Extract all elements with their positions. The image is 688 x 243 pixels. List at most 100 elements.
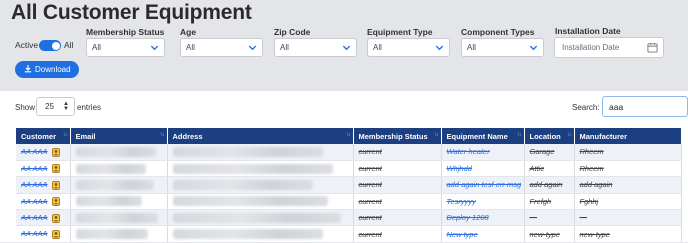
address-cell [167, 160, 354, 178]
member-badge-icon [51, 197, 60, 207]
address-cell [167, 144, 354, 161]
column-header-address[interactable]: Address ↑↓ [167, 128, 354, 144]
sort-icon: ↑↓ [433, 132, 439, 138]
customer-link[interactable]: AA AAA [21, 164, 48, 173]
customer-link[interactable]: AA AAA [21, 180, 48, 189]
all-label: All [64, 40, 74, 50]
active-all-toggle[interactable] [39, 40, 61, 51]
manufacturer-cell: add again [574, 176, 682, 194]
column-header-email[interactable]: Email ↑↓ [70, 128, 168, 144]
chevron-down-icon [342, 45, 351, 51]
email-cell [70, 144, 168, 161]
redacted-address [172, 146, 323, 157]
manufacturer-cell: Rheem [574, 144, 682, 161]
membership-status-cell: current [353, 176, 442, 194]
equipment-link[interactable]: Whjhdd [447, 164, 472, 173]
email-cell [70, 193, 168, 211]
membership-status-select[interactable]: All [86, 38, 165, 57]
age-select[interactable]: All [180, 38, 263, 57]
customer-cell: AA AAA [16, 225, 71, 243]
redacted-email [75, 196, 142, 207]
redacted-email [75, 212, 158, 223]
entries-per-page-select[interactable]: 25 ▲ ▼ [36, 97, 75, 116]
equipment-link[interactable]: Deploy 1208 [447, 213, 489, 222]
email-cell [70, 225, 168, 243]
customer-cell: AA AAA [16, 176, 71, 194]
equipment-link[interactable]: Water heater [447, 147, 490, 156]
customer-link[interactable]: AA AAA [21, 229, 48, 238]
sort-icon: ↑↓ [62, 132, 68, 138]
calendar-icon[interactable] [647, 42, 658, 53]
redacted-email [75, 163, 146, 174]
member-badge-icon [51, 213, 60, 223]
installation-date-input[interactable]: Installation Date [554, 37, 664, 58]
customer-cell: AA AAA [16, 144, 71, 161]
sort-icon: ↑↓ [516, 132, 522, 138]
chevron-down-icon [248, 45, 257, 51]
age-label: Age [180, 27, 197, 37]
equipment-link[interactable]: add again tesf err msg [447, 180, 522, 189]
customer-cell: AA AAA [16, 209, 71, 227]
search-label: Search: [572, 103, 600, 112]
manufacturer-cell: Rheem [574, 160, 682, 178]
membership-status-label: Membership Status [86, 27, 165, 37]
table-row: AA AAA current New type new-type new-type [16, 225, 682, 243]
zip-code-value: All [280, 43, 289, 52]
member-badge-icon [51, 180, 60, 190]
equipment-name-cell: add again tesf err msg [441, 176, 525, 194]
membership-status-cell: current [353, 144, 442, 161]
installation-date-placeholder: Installation Date [562, 43, 620, 52]
membership-status-cell: current [353, 160, 442, 178]
chevron-down-icon [529, 45, 538, 51]
redacted-address [172, 212, 341, 223]
installation-date-label: Installation Date [555, 26, 621, 36]
active-label: Active [15, 40, 39, 50]
location-cell: Attic [524, 160, 575, 178]
column-header-equipment-name[interactable]: Equipment Name ↑↓ [441, 128, 525, 144]
component-types-value: All [467, 43, 476, 52]
manufacturer-cell: new-type [574, 225, 682, 243]
table-row: AA AAA current Water heater Garage Rheem [16, 144, 682, 161]
redacted-email [75, 229, 148, 240]
sort-icon: ↑↓ [345, 132, 351, 138]
show-label: Show [15, 103, 36, 112]
column-header-membership-status[interactable]: Membership Status ↑↓ [353, 128, 442, 144]
equipment-name-cell: Whjhdd [441, 160, 525, 178]
equipment-name-cell: Tesryyyy [441, 193, 525, 211]
table-row: AA AAA current Whjhdd Attic Rheem [16, 160, 682, 178]
column-header-customer[interactable]: Customer ↑↓ [16, 128, 71, 144]
redacted-address [172, 163, 333, 174]
equipment-link[interactable]: New type [447, 230, 478, 239]
location-cell: Frefgh [524, 193, 575, 211]
download-button[interactable]: Download [15, 61, 79, 78]
equipment-name-cell: New type [441, 225, 525, 243]
equipment-name-cell: Deploy 1208 [441, 209, 525, 227]
search-input[interactable]: aaa [602, 96, 688, 117]
table-row: AA AAA current Tesryyyy Frefgh Fghhj [16, 193, 682, 211]
chevron-down-icon [435, 45, 444, 51]
download-icon [24, 65, 32, 73]
equipment-type-select[interactable]: All [367, 38, 450, 57]
address-cell [167, 193, 354, 211]
customer-link[interactable]: AA AAA [21, 213, 48, 222]
column-header-location[interactable]: Location ↑↓ [524, 128, 575, 144]
zip-code-label: Zip Code [274, 27, 311, 37]
zip-code-select[interactable]: All [274, 38, 357, 57]
customer-link[interactable]: AA AAA [21, 147, 48, 156]
email-cell [70, 160, 168, 178]
membership-status-cell: current [353, 209, 442, 227]
age-value: All [186, 43, 195, 52]
manufacturer-cell: --- [574, 209, 682, 227]
customer-link[interactable]: AA AAA [21, 197, 48, 206]
equipment-table: Customer ↑↓ Email ↑↓ Address ↑↓ Membership … [16, 128, 682, 243]
address-cell [167, 176, 354, 194]
address-cell [167, 209, 354, 227]
manufacturer-cell: Fghhj [574, 193, 682, 211]
member-badge-icon [51, 230, 60, 239]
chevron-down-icon [150, 45, 159, 51]
download-label: Download [35, 65, 71, 74]
equipment-link[interactable]: Tesryyyy [447, 197, 476, 206]
membership-status-value: All [92, 43, 101, 52]
column-header-manufacturer[interactable]: Manufacturer [574, 128, 682, 144]
component-types-select[interactable]: All [461, 38, 544, 57]
